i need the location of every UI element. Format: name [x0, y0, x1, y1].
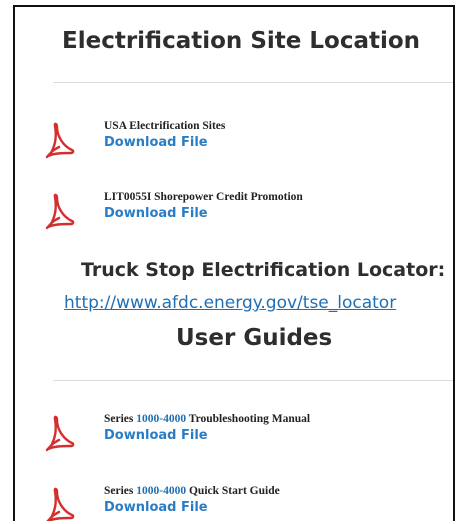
file-item-shorepower-credit-promotion: LIT0055I Shorepower Credit Promotion Dow…	[15, 191, 453, 235]
series-number: 1000-4000	[136, 485, 187, 497]
tse-locator-link[interactable]: http://www.afdc.energy.gov/tse_locator	[64, 293, 396, 313]
download-file-link[interactable]: Download File	[104, 135, 208, 150]
download-file-link[interactable]: Download File	[104, 500, 208, 515]
file-name: USA Electrification Sites	[104, 120, 226, 132]
pdf-icon	[45, 122, 75, 159]
page-content: Electrification Site Location USA Electr…	[13, 5, 455, 521]
download-file-link[interactable]: Download File	[104, 206, 208, 221]
file-item-quick-start-guide: Series 1000-4000 Quick Start Guide Downl…	[15, 485, 453, 521]
download-file-link[interactable]: Download File	[104, 428, 208, 443]
file-name-suffix: Troubleshooting Manual	[186, 413, 311, 425]
series-number: 1000-4000	[136, 413, 187, 425]
file-name: Series 1000-4000 Quick Start Guide	[104, 485, 280, 497]
pdf-icon	[45, 193, 75, 230]
file-name-prefix: Series	[104, 413, 137, 425]
divider	[53, 82, 453, 83]
user-guides-heading: User Guides	[176, 325, 333, 351]
pdf-icon	[46, 487, 75, 521]
file-item-usa-electrification-sites: USA Electrification Sites Download File	[15, 120, 453, 164]
file-name: LIT0055I Shorepower Credit Promotion	[104, 191, 303, 203]
file-name-prefix: Series	[104, 485, 137, 497]
file-name-suffix: Quick Start Guide	[186, 485, 280, 497]
file-name: Series 1000-4000 Troubleshooting Manual	[104, 413, 310, 425]
electrification-site-location-heading: Electrification Site Location	[62, 28, 421, 54]
file-item-troubleshooting-manual: Series 1000-4000 Troubleshooting Manual …	[15, 413, 453, 457]
pdf-icon	[45, 415, 75, 452]
truck-stop-locator-heading: Truck Stop Electrification Locator:	[81, 259, 446, 281]
divider	[53, 380, 453, 381]
